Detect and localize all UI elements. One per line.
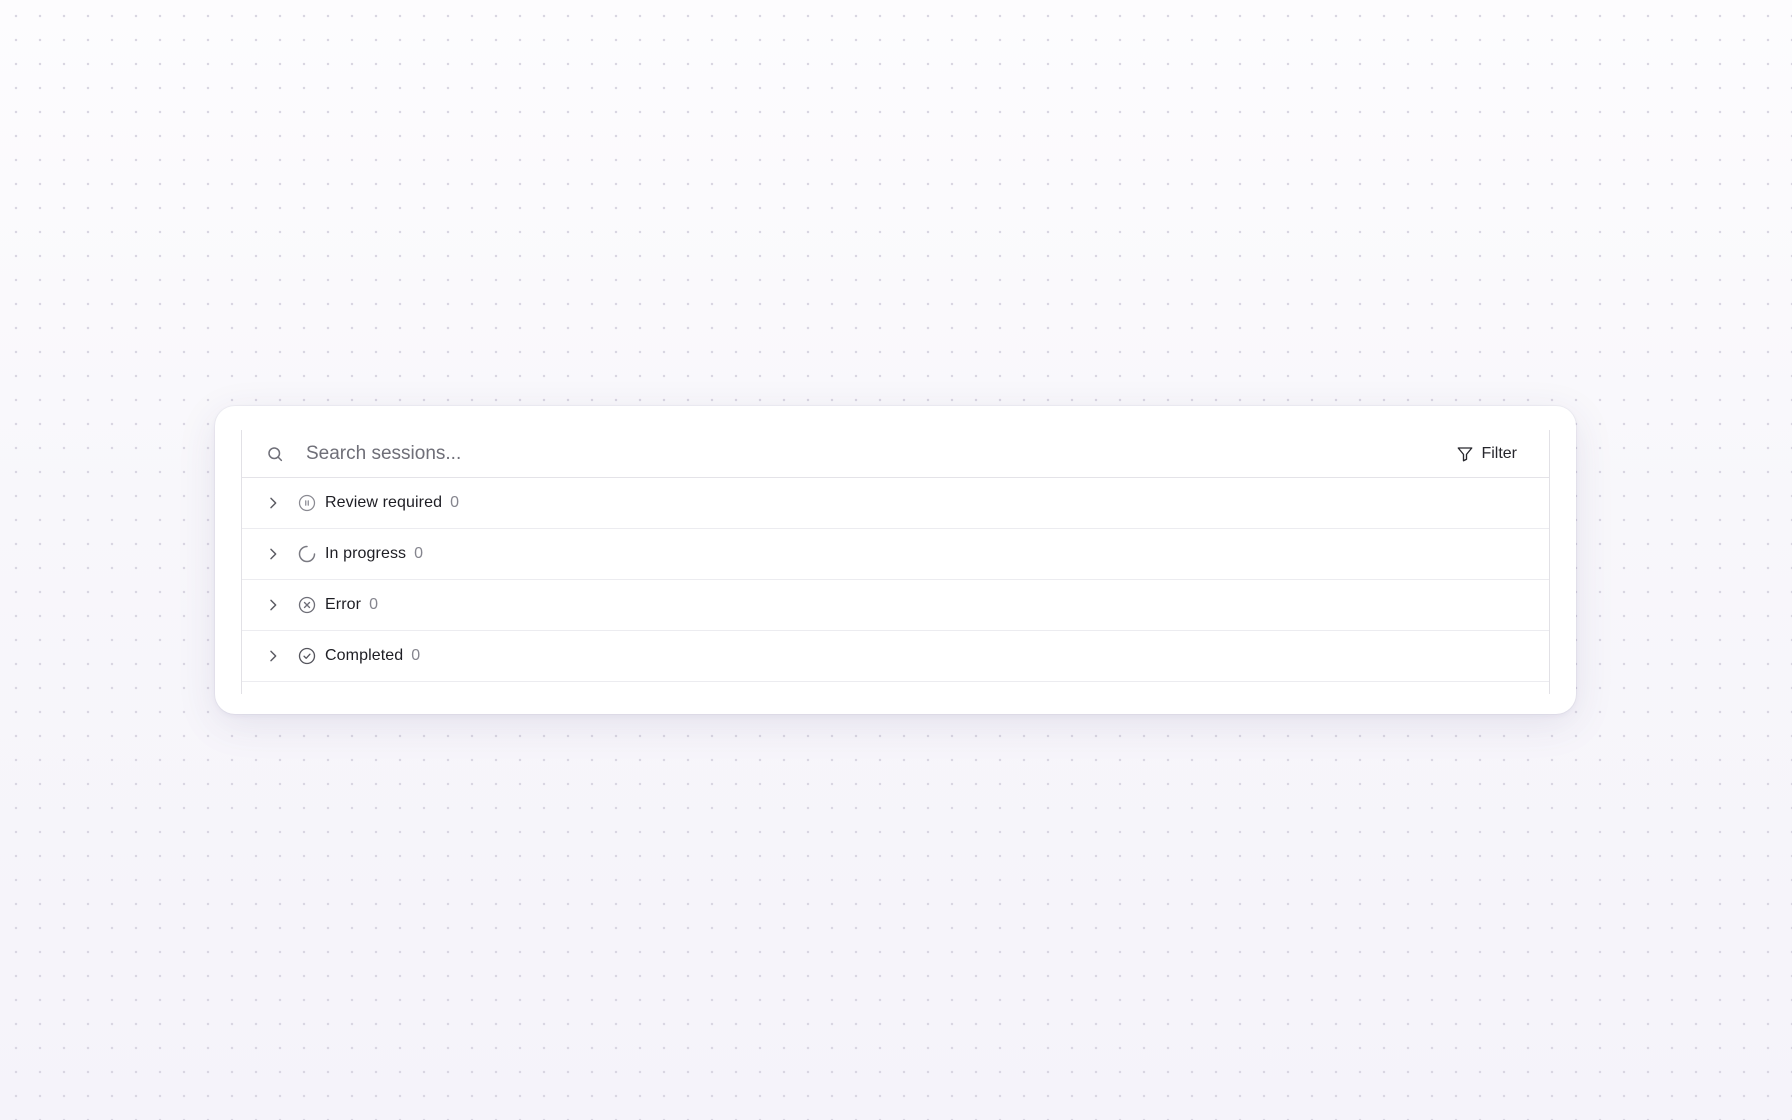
check-circle-icon: [298, 647, 316, 665]
group-row-completed[interactable]: Completed 0: [242, 631, 1549, 682]
group-count: 0: [411, 647, 421, 664]
group-title: Error: [325, 596, 362, 613]
x-circle-icon: [298, 596, 316, 614]
group-row-in-progress[interactable]: In progress 0: [242, 529, 1549, 580]
filter-icon: [1458, 447, 1473, 462]
search-bar: Filter: [242, 430, 1549, 478]
loading-spinner-icon: [298, 545, 316, 563]
group-title: Completed: [325, 647, 404, 664]
group-row-review-required[interactable]: Review required 0: [242, 478, 1549, 529]
pause-circle-icon: [298, 494, 316, 512]
chevron-right-icon[interactable]: [265, 597, 281, 613]
filter-button[interactable]: Filter: [1456, 442, 1517, 466]
group-label: Error 0: [325, 596, 378, 614]
sessions-card: Filter Review required 0: [215, 406, 1576, 714]
chevron-right-icon[interactable]: [265, 495, 281, 511]
search-icon: [268, 447, 283, 462]
group-count: 0: [450, 494, 460, 511]
group-label: Completed 0: [325, 647, 420, 665]
group-count: 0: [369, 596, 379, 613]
search-input[interactable]: [306, 440, 1326, 468]
group-count: 0: [414, 545, 424, 562]
chevron-right-icon[interactable]: [265, 546, 281, 562]
group-row-error[interactable]: Error 0: [242, 580, 1549, 631]
chevron-right-icon[interactable]: [265, 648, 281, 664]
group-title: Review required: [325, 494, 443, 511]
group-title: In progress: [325, 545, 407, 562]
group-label: Review required 0: [325, 494, 459, 512]
filter-label: Filter: [1481, 445, 1517, 462]
group-label: In progress 0: [325, 545, 423, 563]
sessions-panel: Filter Review required 0: [241, 430, 1550, 694]
